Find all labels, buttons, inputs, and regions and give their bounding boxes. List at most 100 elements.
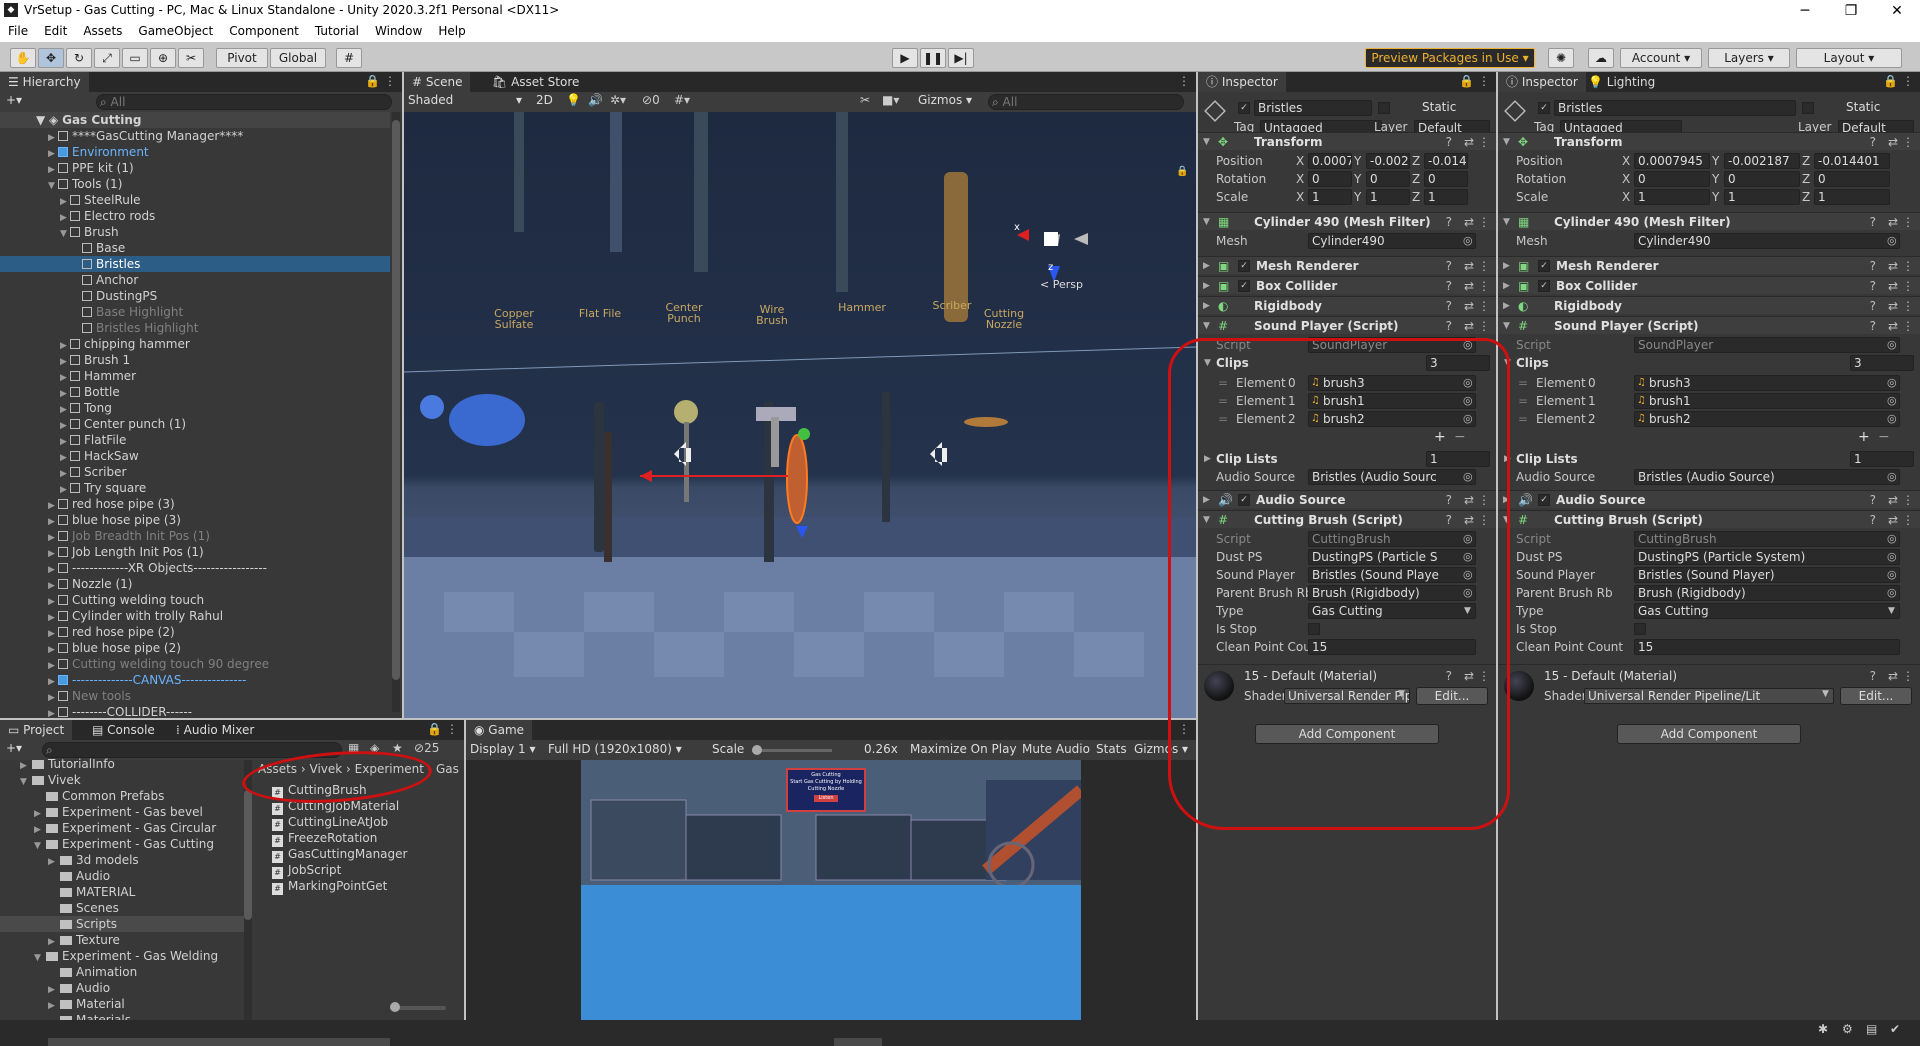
project-folder-item[interactable]: Common Prefabs xyxy=(0,788,244,804)
rotation-x-field[interactable]: 0 xyxy=(1634,171,1710,187)
tab-lighting[interactable]: 💡 Lighting xyxy=(1580,72,1663,92)
add-icon[interactable]: +▾ xyxy=(6,93,22,107)
hierarchy-item[interactable]: ▶ blue hose pipe (2) xyxy=(0,640,390,656)
minimize-button[interactable]: ─ xyxy=(1782,0,1828,22)
box-collider-component[interactable]: ▶ ✓ ▣ Box Collider? ⇄ ⋮ xyxy=(1198,276,1496,294)
object-picker-icon[interactable]: ◎ xyxy=(1887,410,1897,428)
hierarchy-item[interactable]: Base Highlight xyxy=(0,304,390,320)
project-tree-scrollbar[interactable] xyxy=(244,760,252,1020)
tab-asset-store[interactable]: 🛍 Asset Store xyxy=(484,72,587,92)
position-y-field[interactable]: -0.002 xyxy=(1366,153,1410,169)
help-icon[interactable]: ? xyxy=(1446,257,1452,275)
object-picker-icon[interactable]: ◎ xyxy=(1887,336,1897,354)
help-icon[interactable]: ? xyxy=(1446,317,1452,335)
hierarchy-item[interactable]: ▶ SteelRule xyxy=(0,192,390,208)
object-picker-icon[interactable]: ◎ xyxy=(1887,584,1897,602)
project-folder-item[interactable]: ▶ Experiment - Gas Circular xyxy=(0,820,244,836)
display-dropdown[interactable]: Display 1 ▾ xyxy=(470,742,536,756)
mute-audio-toggle[interactable]: Mute Audio xyxy=(1022,742,1090,756)
hierarchy-item[interactable]: ▶ Cylinder with trolly Rahul xyxy=(0,608,390,624)
audio-source-component[interactable]: ▶ ✓ 🔊 Audio Source? ⇄ ⋮ xyxy=(1498,490,1920,508)
sound-player-component[interactable]: ▼ # Sound Player (Script)? ⇄ ⋮ xyxy=(1198,316,1496,334)
preview-packages-button[interactable]: Preview Packages in Use ▾ xyxy=(1365,48,1535,68)
hierarchy-item[interactable]: ▶ blue hose pipe (3) xyxy=(0,512,390,528)
clip-element-field[interactable]: brush3 xyxy=(1634,375,1900,391)
play-button[interactable]: ▶ xyxy=(892,48,918,68)
global-button[interactable]: Global xyxy=(270,48,326,68)
project-folder-item[interactable]: ▶ TutorialInfo xyxy=(0,756,244,772)
scale-z-field[interactable]: 1 xyxy=(1814,189,1890,205)
clean-point-count-field[interactable]: 15 xyxy=(1634,639,1900,655)
help-icon[interactable]: ? xyxy=(1870,297,1876,315)
preset-icon[interactable]: ⇄ xyxy=(1888,133,1898,151)
preset-icon[interactable]: ⇄ xyxy=(1464,257,1474,275)
object-picker-icon[interactable]: ◎ xyxy=(1463,232,1473,250)
script-file-item[interactable]: # GasCuttingManager xyxy=(272,846,407,863)
inspector-lock-icon[interactable]: 🔒 xyxy=(1459,74,1474,88)
clip-element-field[interactable]: brush2 xyxy=(1634,411,1900,427)
hierarchy-item[interactable]: ▶ red hose pipe (3) xyxy=(0,496,390,512)
hidden-packages-icon[interactable]: ⊘25 xyxy=(414,741,439,755)
mesh-field[interactable]: Cylinder490 xyxy=(1634,233,1900,249)
preset-icon[interactable]: ⇄ xyxy=(1888,491,1898,509)
hierarchy-item[interactable]: DustingPS xyxy=(0,288,390,304)
component-enabled-checkbox[interactable]: ✓ xyxy=(1238,260,1250,272)
help-icon[interactable]: ? xyxy=(1870,491,1876,509)
inspector-lock-icon[interactable]: 🔒 xyxy=(1883,74,1898,88)
foldout-arrow-icon[interactable]: ▼ xyxy=(1203,317,1210,335)
hierarchy-item[interactable]: Bristles xyxy=(0,256,390,272)
object-picker-icon[interactable]: ◎ xyxy=(1887,468,1897,486)
menu-help[interactable]: Help xyxy=(430,22,473,38)
component-enabled-checkbox[interactable]: ✓ xyxy=(1538,280,1550,292)
menu-tutorial[interactable]: Tutorial xyxy=(307,22,367,38)
hierarchy-scene-row[interactable]: ▼ ◈ Gas Cutting xyxy=(0,112,390,128)
tools-icon[interactable]: ✂ xyxy=(860,93,870,107)
help-icon[interactable]: ? xyxy=(1446,277,1452,295)
project-folder-item[interactable]: Scripts xyxy=(0,916,244,932)
preset-icon[interactable]: ⇄ xyxy=(1464,317,1474,335)
material-menu-icon[interactable]: ⋮ xyxy=(1902,669,1914,683)
hierarchy-item[interactable]: ▶ Cutting welding touch 90 degree xyxy=(0,656,390,672)
position-x-field[interactable]: 0.0007945 xyxy=(1634,153,1710,169)
rotation-x-field[interactable]: 0 xyxy=(1308,171,1352,187)
component-menu-icon[interactable]: ⋮ xyxy=(1902,297,1914,315)
foldout-arrow-icon[interactable]: ▼ xyxy=(1503,213,1510,231)
hierarchy-item[interactable]: ▶ FlatFile xyxy=(0,432,390,448)
gizmos-dropdown[interactable]: Gizmos ▾ xyxy=(918,93,972,107)
foldout-arrow-icon[interactable]: ▶ xyxy=(1503,257,1510,275)
hierarchy-item[interactable]: ▶ Tong xyxy=(0,400,390,416)
effects-icon[interactable]: ✲▾ xyxy=(610,93,626,107)
object-picker-icon[interactable]: ◎ xyxy=(1887,530,1897,548)
component-menu-icon[interactable]: ⋮ xyxy=(1478,277,1490,295)
cloud-icon[interactable]: ☁ xyxy=(1588,48,1614,68)
help-icon[interactable]: ? xyxy=(1870,257,1876,275)
dust-ps-field[interactable]: DustingPS (Particle System) xyxy=(1634,549,1900,565)
rigidbody-component[interactable]: ▶ ◐ Rigidbody? ⇄ ⋮ xyxy=(1498,296,1920,314)
rect-tool-icon[interactable]: ▭ xyxy=(122,48,148,68)
hierarchy-item[interactable]: ▶ Electro rods xyxy=(0,208,390,224)
hand-tool-icon[interactable]: ✋ xyxy=(10,48,36,68)
mesh-renderer-component[interactable]: ▶ ✓ ▣ Mesh Renderer? ⇄ ⋮ xyxy=(1498,256,1920,274)
tab-hierarchy[interactable]: ☰ Hierarchy xyxy=(0,72,89,92)
preset-icon[interactable]: ⇄ xyxy=(1464,277,1474,295)
layers-dropdown[interactable]: Layers ▾ xyxy=(1708,48,1790,68)
cutting-brush-component[interactable]: ▼ # Cutting Brush (Script)? ⇄ ⋮ xyxy=(1498,510,1920,528)
audio-icon[interactable]: 🔊 xyxy=(588,93,603,107)
lock-view-icon[interactable]: 🔒 xyxy=(1176,166,1188,177)
shader-edit-button[interactable]: Edit... xyxy=(1840,687,1912,705)
scale-z-field[interactable]: 1 xyxy=(1424,189,1468,205)
clip-lists-foldout[interactable]: ▶ Clip Lists 1 xyxy=(1498,450,1920,468)
component-menu-icon[interactable]: ⋮ xyxy=(1902,213,1914,231)
hierarchy-item[interactable]: ▼ Tools (1) xyxy=(0,176,390,192)
hierarchy-item[interactable]: ▶ Nozzle (1) xyxy=(0,576,390,592)
rotation-z-field[interactable]: 0 xyxy=(1424,171,1468,187)
mesh-renderer-component[interactable]: ▶ ✓ ▣ Mesh Renderer? ⇄ ⋮ xyxy=(1198,256,1496,274)
project-folder-item[interactable]: ▶ Material xyxy=(0,996,244,1012)
project-folder-item[interactable]: ▶ Texture xyxy=(0,932,244,948)
tab-scene[interactable]: # Scene xyxy=(404,72,471,92)
preset-icon[interactable]: ⇄ xyxy=(1888,277,1898,295)
active-checkbox[interactable]: ✓ xyxy=(1538,102,1550,114)
inspector-menu-icon[interactable]: ⋮ xyxy=(1902,74,1914,88)
mesh-field[interactable]: Cylinder490 xyxy=(1308,233,1476,249)
object-picker-icon[interactable]: ◎ xyxy=(1887,232,1897,250)
